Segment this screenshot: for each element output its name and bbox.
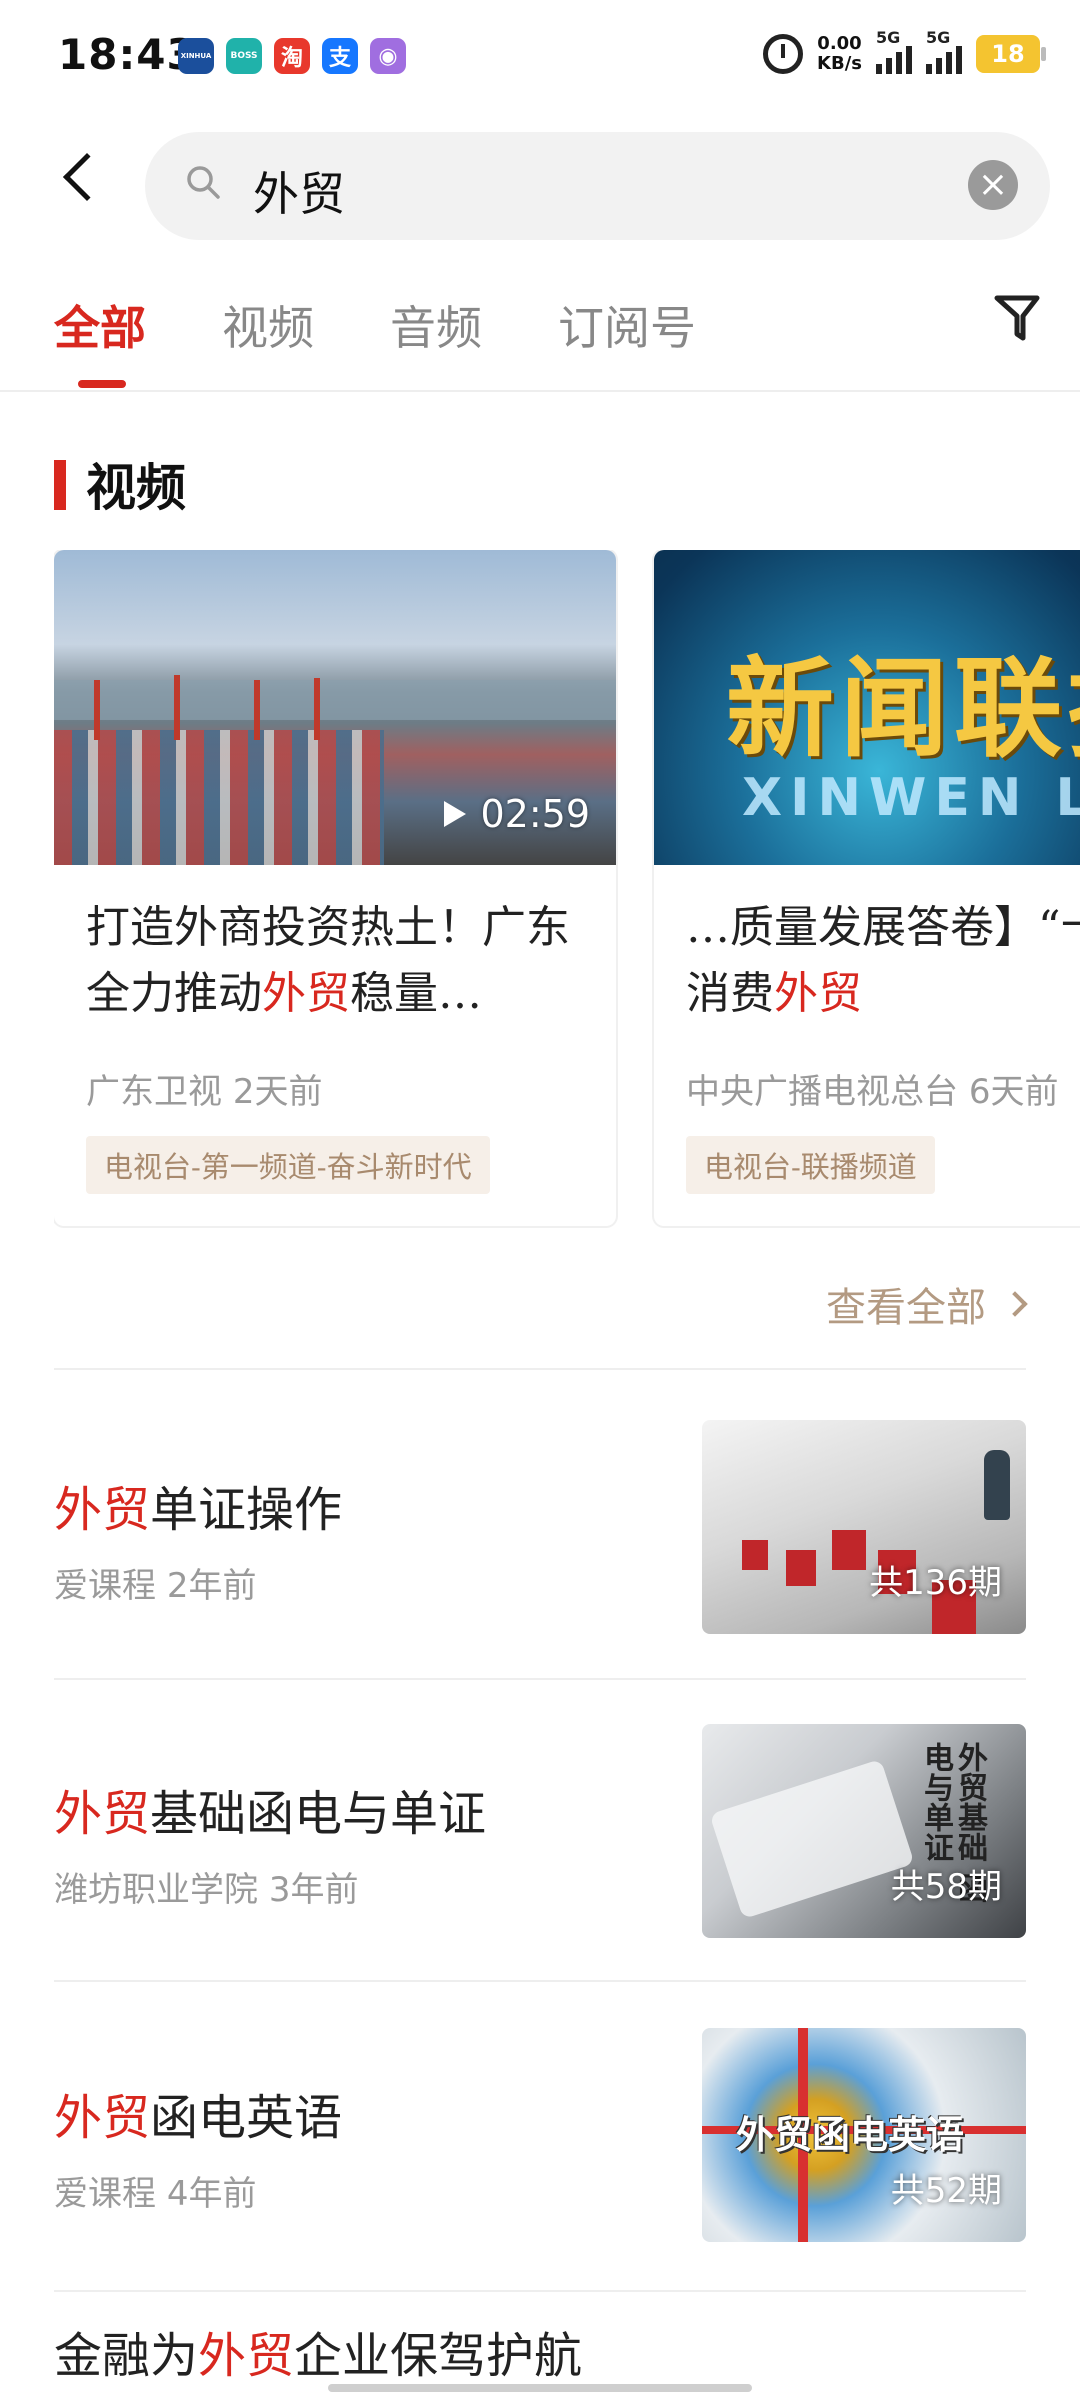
video-time: 2天前 [232,1072,323,1112]
tab-video[interactable]: 视频 [222,292,314,358]
network-speed-value: 0.00 [817,33,862,54]
network-speed: 0.00 KB/s [817,34,862,74]
list-item[interactable]: 外贸单证操作 爱课程 2年前 共136期 [54,1420,1026,1720]
course-thumbnail: 外贸基础 函电与单证 共58期 [702,1724,1026,1938]
title-text: 金融为 [54,2328,199,2384]
video-thumbnail: 02:59 [54,550,616,865]
search-icon [187,166,220,199]
title-text: …质量发展答卷】“十四五”期间消费 [686,902,1080,1019]
item-source: 爱课程 [54,2174,156,2214]
title-highlight: 外贸 [198,2328,295,2384]
video-carousel[interactable]: 02:59 打造外商投资热土！广东全力推动外贸稳量… 广东卫视 2天前 电视台-… [54,550,1080,1230]
tab-audio[interactable]: 音频 [390,292,482,358]
video-meta: 中央广播电视总台 6天前 [686,1064,1058,1113]
search-input[interactable]: 外贸 × [145,132,1050,240]
video-title: 打造外商投资热土！广东全力推动外贸稳量… [86,895,596,1027]
video-title: …质量发展答卷】“十四五”期间消费外贸 [686,895,1080,1027]
list-item-title: 外贸函电英语 [54,2078,342,2148]
network-speed-unit: KB/s [817,53,862,74]
home-indicator[interactable] [328,2384,752,2392]
title-text: 函电英语 [150,2090,343,2146]
battery-icon: 18 [976,35,1046,73]
list-item-meta: 潍坊职业学院 3年前 [54,1862,358,1911]
view-all-label: 查看全部 [826,1285,986,1331]
sim2-label: 5G [926,28,951,47]
video-duration: 02:59 [444,792,590,836]
status-bar: 18:43 XINHUA BOSS 淘 支 ◉ 0.00 KB/s 5G 5G … [0,0,1080,112]
view-all-link[interactable]: 查看全部 [826,1275,1028,1333]
video-source: 中央广播电视总台 [686,1072,958,1112]
title-highlight: 外贸 [54,2090,151,2146]
episode-count: 共58期 [890,1867,1002,1907]
thumbnail-text: 外贸函电英语 [736,2113,965,2157]
course-thumbnail: 共136期 [702,1420,1026,1634]
item-source: 潍坊职业学院 [54,1870,258,1910]
channel-tag[interactable]: 电视台-第一频道-奋斗新时代 [86,1136,490,1194]
status-right: 0.00 KB/s 5G 5G 18 [763,28,1046,74]
duration-text: 02:59 [480,792,590,836]
video-source: 广东卫视 [86,1072,222,1112]
title-highlight: 外贸 [262,968,350,1019]
result-tabs: 全部 视频 音频 订阅号 [0,280,1080,392]
search-query[interactable]: 外贸 [253,158,345,224]
item-time: 3年前 [268,1870,359,1910]
divider [54,1980,1026,1982]
title-text: 稳量… [350,968,482,1019]
clear-search-button[interactable]: × [968,160,1018,210]
item-source: 爱课程 [54,1566,156,1606]
tab-all[interactable]: 全部 [54,292,146,358]
signal-sim2-icon: 5G [926,28,962,74]
sim1-label: 5G [876,28,901,47]
taobao-app-icon: 淘 [274,38,310,74]
episode-count: 共52期 [890,2171,1002,2211]
news-app-icon: XINHUA [178,38,214,74]
title-text: 单证操作 [150,1482,343,1538]
signal-sim1-icon: 5G [876,28,912,74]
video-card[interactable]: 新闻联播 XINWEN LIANBO …质量发展答卷】“十四五”期间消费外贸 中… [654,550,1080,1226]
title-text: 基础函电与单证 [150,1786,487,1842]
back-arrow-icon[interactable] [62,152,112,202]
tab-subscription[interactable]: 订阅号 [558,292,696,358]
list-item[interactable]: 外贸基础函电与单证 潍坊职业学院 3年前 外贸基础 函电与单证 共58期 [54,1724,1026,2024]
divider [54,1368,1026,1370]
chevron-right-icon [1002,1291,1028,1317]
alarm-icon [763,34,804,74]
video-thumbnail: 新闻联播 XINWEN LIANBO [654,550,1080,865]
play-icon [444,801,467,827]
list-item-meta: 爱课程 2年前 [54,1558,256,1607]
title-highlight: 外贸 [774,968,862,1019]
section-title-video: 视频 [54,448,186,520]
item-time: 2年前 [166,1566,257,1606]
title-text: 企业保驾护航 [294,2328,583,2384]
channel-tag[interactable]: 电视台-联播频道 [686,1136,935,1194]
divider [54,1678,1026,1680]
video-time: 6天前 [968,1072,1059,1112]
list-item-title: 外贸基础函电与单证 [54,1774,486,1844]
active-tab-indicator [78,380,126,388]
item-time: 4年前 [166,2174,257,2214]
list-item-title: 金融为外贸企业保驾护航 [54,2316,582,2386]
list-item[interactable]: 金融为外贸企业保驾护航 [54,2282,1026,2400]
title-highlight: 外贸 [54,1482,151,1538]
list-item-title: 外贸单证操作 [54,1470,342,1540]
boss-app-icon: BOSS [226,38,262,74]
notification-icons: XINHUA BOSS 淘 支 ◉ [178,38,406,74]
video-card[interactable]: 02:59 打造外商投资热土！广东全力推动外贸稳量… 广东卫视 2天前 电视台-… [54,550,616,1226]
filter-icon[interactable] [994,294,1040,344]
news-logo-text: 新闻联播 [726,647,1080,772]
list-item-meta: 爱课程 4年前 [54,2166,256,2215]
video-meta: 广东卫视 2天前 [86,1064,322,1113]
news-logo-subtext: XINWEN LIANBO [742,768,1080,828]
title-highlight: 外贸 [54,1786,151,1842]
course-thumbnail: 外贸函电英语 共52期 [702,2028,1026,2242]
alipay-app-icon: 支 [322,38,358,74]
purple-app-icon: ◉ [370,38,406,74]
episode-count: 共136期 [869,1563,1002,1603]
status-time: 18:43 [58,30,197,79]
person-figure [984,1450,1010,1520]
